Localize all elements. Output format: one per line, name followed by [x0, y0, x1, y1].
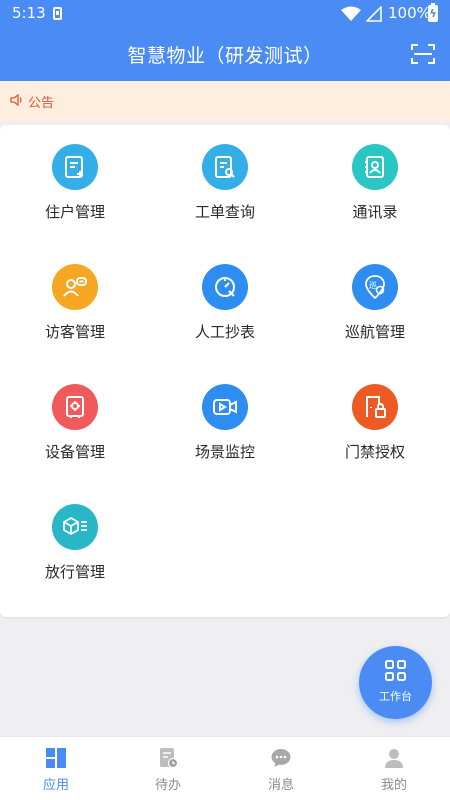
- tab-label: 待办: [154, 778, 181, 793]
- notice-bar[interactable]: 公告: [0, 81, 450, 121]
- tab-label: 消息: [267, 778, 294, 793]
- door-lock-icon: [352, 384, 398, 430]
- app-grid-card: 住户管理 工单查询 通讯录 访客管理 人工抄表 巡 巡航管理 设备管理 场景监控…: [0, 125, 450, 617]
- device-icon: [52, 384, 98, 430]
- grid-item-patrol[interactable]: 巡 巡航管理: [300, 245, 450, 355]
- workbench-grid-icon: [385, 660, 406, 681]
- grid-item-label: 设备管理: [44, 443, 105, 461]
- app-header: 5:13 100% ϟ 智慧物业（研发测试）: [0, 0, 450, 81]
- tab-apps[interactable]: 应用: [0, 737, 112, 800]
- tab-todo[interactable]: 待办: [112, 737, 224, 800]
- video-camera-icon: [202, 384, 248, 430]
- workbench-label: 工作台: [379, 690, 412, 703]
- grid-item-label: 通讯录: [352, 203, 398, 221]
- signal-icon: [366, 6, 382, 22]
- grid-item-label: 访客管理: [44, 323, 105, 341]
- grid-item-label: 门禁授权: [344, 443, 405, 461]
- meter-icon: [202, 264, 248, 310]
- status-time: 5:13: [12, 4, 46, 22]
- todo-icon: [160, 748, 179, 769]
- document-add-icon: [52, 144, 98, 190]
- battery-icon: ϟ: [428, 3, 438, 22]
- wifi-icon: [341, 6, 361, 21]
- scan-icon[interactable]: [411, 43, 435, 65]
- cube-release-icon: [52, 504, 98, 550]
- status-bar: 5:13 100% ϟ: [0, 0, 450, 28]
- grid-item-device[interactable]: 设备管理: [0, 365, 150, 475]
- patrol-icon-glyph: 巡: [369, 280, 377, 290]
- profile-icon: [385, 749, 403, 768]
- grid-item-meter[interactable]: 人工抄表: [150, 245, 300, 355]
- grid-item-label: 住户管理: [44, 203, 105, 221]
- bottom-tab-bar: 应用 待办 消息 我的: [0, 736, 450, 800]
- grid-item-workorder[interactable]: 工单查询: [150, 125, 300, 235]
- tab-label: 我的: [380, 778, 407, 793]
- notice-label: 公告: [28, 96, 55, 111]
- grid-item-monitor[interactable]: 场景监控: [150, 365, 300, 475]
- page-title: 智慧物业（研发测试）: [127, 45, 323, 67]
- grid-item-label: 工单查询: [194, 203, 255, 221]
- apps-icon: [46, 748, 66, 768]
- speaker-icon: [10, 94, 22, 106]
- workbench-button[interactable]: 工作台: [359, 646, 432, 719]
- visitor-icon: [52, 264, 98, 310]
- grid-item-visitor[interactable]: 访客管理: [0, 245, 150, 355]
- grid-item-label: 场景监控: [194, 443, 255, 461]
- contact-book-icon: [352, 144, 398, 190]
- grid-item-label: 巡航管理: [344, 323, 405, 341]
- battery-percent: 100%: [388, 4, 431, 22]
- document-search-icon: [202, 144, 248, 190]
- grid-item-label: 放行管理: [44, 563, 105, 581]
- tab-messages[interactable]: 消息: [225, 737, 337, 800]
- grid-item-contacts[interactable]: 通讯录: [300, 125, 450, 235]
- grid-item-resident[interactable]: 住户管理: [0, 125, 150, 235]
- sim-card-icon: [53, 7, 62, 20]
- grid-item-access[interactable]: 门禁授权: [300, 365, 450, 475]
- message-icon: [271, 749, 291, 767]
- grid-item-label: 人工抄表: [194, 323, 255, 341]
- grid-item-release[interactable]: 放行管理: [0, 485, 150, 595]
- patrol-icon: 巡: [352, 264, 398, 310]
- tab-profile[interactable]: 我的: [338, 737, 450, 800]
- tab-label: 应用: [42, 778, 69, 793]
